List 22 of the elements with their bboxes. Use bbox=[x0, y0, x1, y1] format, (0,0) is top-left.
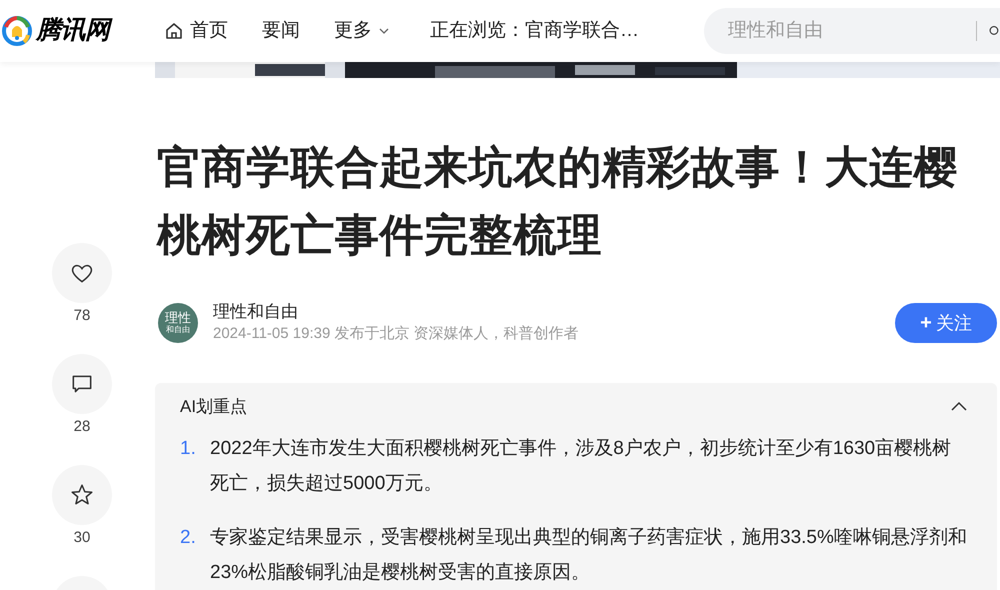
count-text: 30 bbox=[74, 528, 90, 548]
summary-point: 专家鉴定结果显示，受害樱桃树呈现出典型的铜离子药害症状，施用33.5%喹啉铜悬浮剂和23%松脂酸铜乳油是樱桃树受害的直接原因。 bbox=[210, 526, 968, 585]
nav-link[interactable]: 要闻 bbox=[262, 16, 300, 46]
search-field[interactable]: 理性和自由 bbox=[704, 8, 1000, 54]
avatar-background[interactable]: 理性 和自由 bbox=[158, 303, 198, 343]
summary-point: 2022年大连市发生大面积樱桃树死亡事件，涉及8户农户，初步统计至少有1630亩樱桃树死亡，损失超过5000万元。 bbox=[210, 437, 952, 496]
avatar-text: 和自由 bbox=[166, 326, 190, 334]
list-number: 2. bbox=[180, 526, 197, 550]
summary-title: AI划重点 bbox=[180, 396, 248, 418]
count-text: 28 bbox=[74, 417, 90, 437]
count-text: 78 bbox=[74, 306, 90, 326]
nav-link[interactable]: 更多 bbox=[334, 16, 390, 46]
nav-link[interactable]: 首页 bbox=[164, 16, 228, 46]
author-meta: 2024-11-05 19:39 发布于北京 资深媒体人，科普创作者 bbox=[213, 324, 579, 344]
author-name[interactable]: 理性和自由 bbox=[213, 301, 579, 323]
avatar-text: 理性 bbox=[165, 312, 191, 325]
article-title: 官商学联合起来坑农的精彩故事！大连樱桃树死亡事件完整梳理 bbox=[155, 142, 959, 262]
list-number: 1. bbox=[180, 437, 197, 461]
now-browsing-text: 正在浏览：官商学联合… bbox=[430, 18, 639, 43]
home-icon bbox=[164, 21, 184, 41]
logo-icon[interactable] bbox=[2, 16, 32, 46]
follow-button[interactable]: + 关注 bbox=[895, 303, 997, 343]
